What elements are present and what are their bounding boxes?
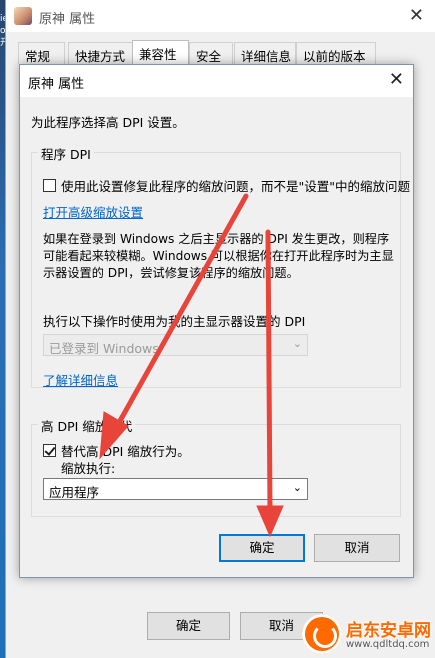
program-dpi-checkbox-label: 使用此设置修复此程序的缩放问题，而不是"设置"中的缩放问题 [61, 179, 411, 194]
dpi-when-selected-value: 已登录到 Windows [49, 341, 159, 356]
genshin-app-icon [14, 7, 32, 25]
high-dpi-override-checkbox[interactable] [43, 444, 56, 457]
learn-more-link[interactable]: 了解详细信息 [43, 370, 118, 389]
program-dpi-description: 如果在登录到 Windows 之后主显示器的 DPI 发生更改，则程序可能看起来… [43, 232, 394, 280]
dpi-when-select[interactable]: 已登录到 Windows ⌄ [43, 334, 308, 356]
dialog-intro-text: 为此程序选择高 DPI 设置。 [31, 115, 185, 130]
tab-previous-versions[interactable]: 以前的版本 [296, 42, 376, 64]
dialog-cancel-button[interactable]: 取消 [314, 534, 400, 562]
dialog-ok-button[interactable]: 确定 [219, 534, 305, 562]
tab-general[interactable]: 常规 [18, 42, 65, 64]
dpi-when-label: 执行以下操作时使用为我的主显示器设置的 DPI [43, 314, 306, 329]
tab-security[interactable]: 安全 [189, 42, 233, 64]
program-dpi-checkbox[interactable] [43, 179, 56, 192]
tab-compatibility[interactable]: 兼容性 [132, 40, 189, 64]
watermark-text: 启东安卓网 [346, 621, 431, 641]
dialog-title: 原神 属性 [28, 77, 85, 92]
high-dpi-settings-dialog: 原神 属性 ✕ 为此程序选择高 DPI 设置。 程序 DPI 使用此设置修复此程… [19, 64, 414, 578]
window-close-icon[interactable]: ✕ [409, 5, 424, 26]
parent-ok-button[interactable]: 确定 [147, 612, 230, 640]
chevron-down-icon: ⌄ [292, 481, 302, 494]
scaling-performed-label: 缩放执行: [61, 461, 116, 476]
window-titlebar[interactable]: 原神 属性 ✕ [6, 0, 435, 32]
watermark: 启东安卓网 www.qdltdq.com [302, 608, 435, 658]
dialog-close-icon[interactable]: ✕ [389, 69, 404, 90]
watermark-logo-icon [302, 614, 342, 654]
chevron-down-icon: ⌄ [292, 337, 302, 350]
dialog-titlebar[interactable]: 原神 属性 ✕ [20, 65, 413, 97]
program-dpi-checkbox-row[interactable]: 使用此设置修复此程序的缩放问题，而不是"设置"中的缩放问题 [43, 176, 410, 195]
window-title: 原神 属性 [39, 12, 96, 27]
open-advanced-scaling-link[interactable]: 打开高级缩放设置 [43, 202, 143, 221]
scaling-performed-selected-value: 应用程序 [49, 485, 100, 500]
scaling-performed-select[interactable]: 应用程序 ⌄ [43, 478, 308, 500]
tab-details[interactable]: 详细信息 [234, 42, 296, 64]
program-dpi-group-title: 程序 DPI [38, 144, 94, 163]
watermark-url: www.qdltdq.com [346, 639, 430, 650]
high-dpi-override-group-title: 高 DPI 缩放替代 [38, 416, 136, 435]
tab-shortcut[interactable]: 快捷方式 [68, 42, 135, 64]
